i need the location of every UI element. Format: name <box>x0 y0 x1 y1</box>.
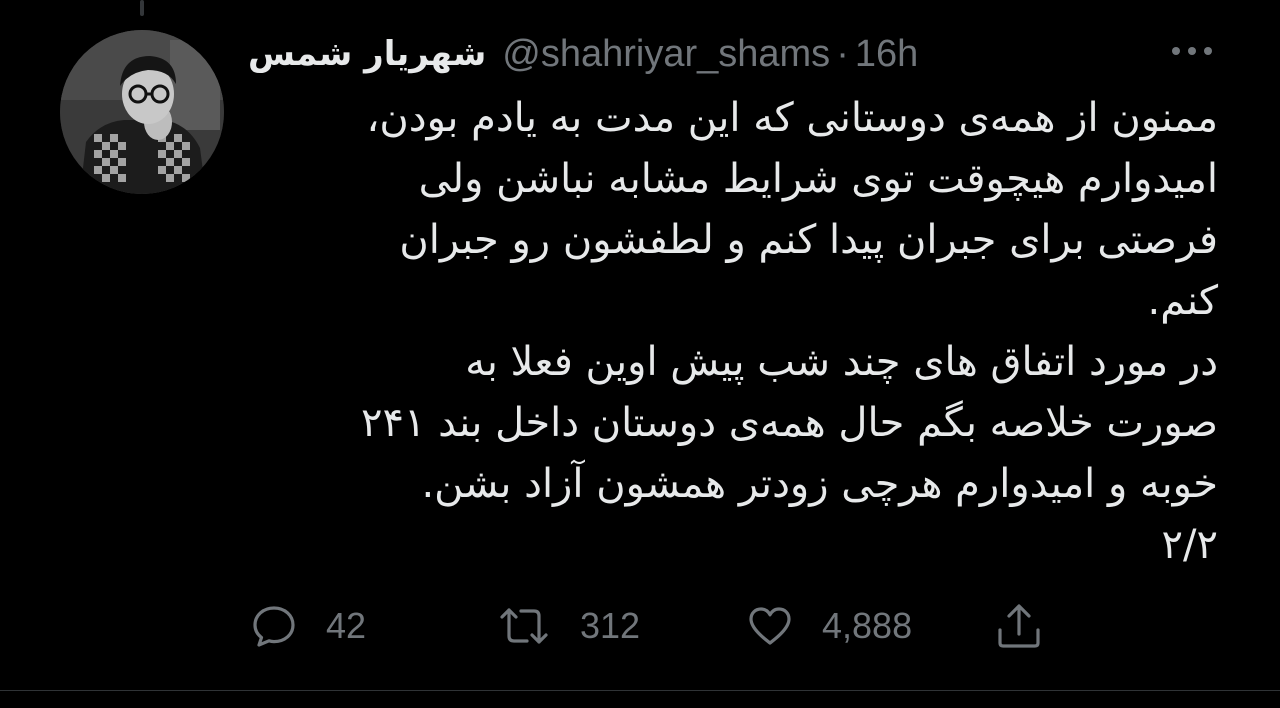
tweet-text: ممنون از همه‌ی دوستانی که این مدت به یاد… <box>240 88 1218 576</box>
display-name[interactable]: شهریار شمس <box>248 34 486 74</box>
more-options-button[interactable] <box>1164 36 1220 66</box>
like-button[interactable]: 4,888 <box>746 598 912 654</box>
reply-icon <box>250 602 298 650</box>
tweet-header: شهریار شمس @shahriyar_shams · 16h <box>248 28 918 80</box>
retweet-icon <box>496 602 552 650</box>
reply-count: 42 <box>326 605 367 646</box>
user-handle[interactable]: @shahriyar_shams <box>502 33 830 76</box>
bottom-divider <box>0 690 1280 691</box>
retweet-button[interactable]: 312 <box>496 598 640 654</box>
heart-icon <box>746 602 794 650</box>
share-button[interactable] <box>994 598 1044 654</box>
share-icon <box>994 601 1044 651</box>
avatar-photo <box>60 30 224 194</box>
avatar[interactable] <box>60 30 224 194</box>
more-dots-icon <box>1170 46 1214 56</box>
thread-connector-line <box>140 0 144 16</box>
like-count: 4,888 <box>822 605 913 646</box>
tweet-paragraph-1: ممنون از همه‌ی دوستانی که این مدت به یاد… <box>366 95 1218 324</box>
reply-button[interactable]: 42 <box>250 598 366 654</box>
tweet-paragraph-2: در مورد اتفاق های چند شب پیش اوین فعلا ب… <box>361 339 1218 568</box>
retweet-count: 312 <box>580 605 641 646</box>
separator-dot: · <box>836 32 849 75</box>
tweet-action-bar: 42 312 4,888 <box>0 598 1280 654</box>
timestamp[interactable]: 16h <box>855 33 918 76</box>
